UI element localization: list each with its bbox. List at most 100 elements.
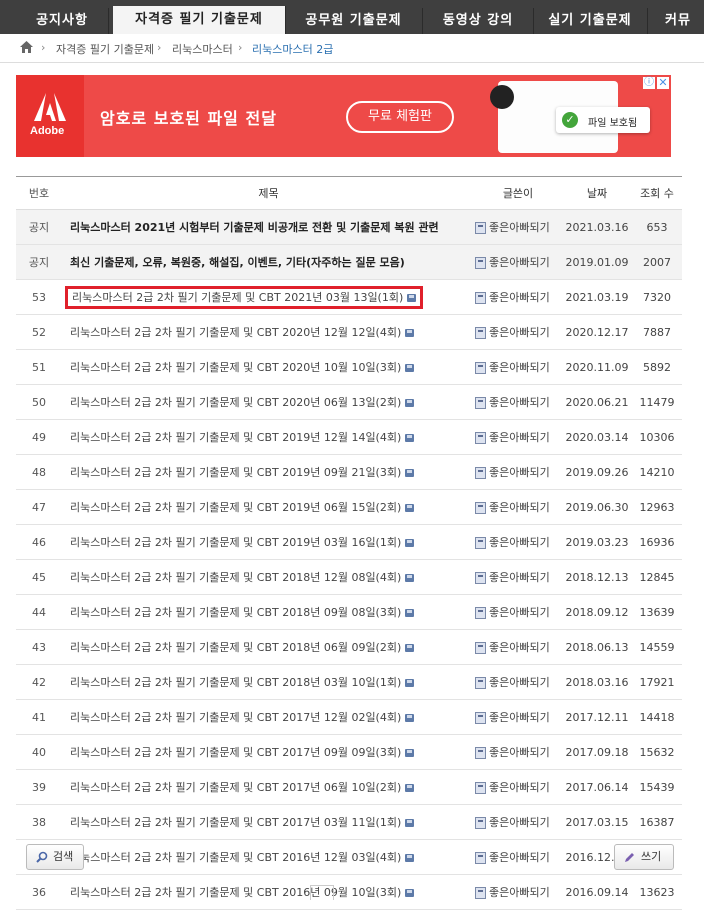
post-title-link[interactable]: 리눅스마스터 2급 2차 필기 기출문제 및 CBT 2021년 03월 13일… (64, 286, 424, 309)
row-title-cell: 리눅스마스터 2021년 시험부터 기출문제 비공개로 전환 및 기출문제 복원… (62, 209, 475, 245)
nav-tab[interactable]: 공지사항 (16, 8, 109, 34)
adobe-logo: Adobe (16, 75, 84, 157)
table-row[interactable]: 36 리눅스마스터 2급 2차 필기 기출문제 및 CBT 2016년 09월 1… (16, 874, 682, 910)
table-row[interactable]: 49 리눅스마스터 2급 2차 필기 기출문제 및 CBT 2019년 12월 1… (16, 419, 682, 455)
author-name: 좋은아빠되기 (489, 886, 550, 899)
post-title-link[interactable]: 리눅스마스터 2급 2차 필기 기출문제 및 CBT 2017년 09월 09일… (70, 746, 415, 759)
breadcrumb-separator: › (41, 41, 46, 54)
table-header-row: 번호 제목 글쓴이 날짜 조회 수 (16, 176, 682, 210)
post-title-text: 리눅스마스터 2급 2차 필기 기출문제 및 CBT 2020년 12월 12일… (70, 326, 402, 339)
table-row[interactable]: 41 리눅스마스터 2급 2차 필기 기출문제 및 CBT 2017년 12월 0… (16, 699, 682, 735)
post-title-link[interactable]: 리눅스마스터 2급 2차 필기 기출문제 및 CBT 2020년 06월 13일… (70, 396, 415, 409)
post-title-link[interactable]: 리눅스마스터 2급 2차 필기 기출문제 및 CBT 2019년 03월 16일… (70, 536, 415, 549)
row-views: 15439 (632, 769, 682, 805)
author-name: 좋은아빠되기 (489, 536, 550, 549)
ad-info-icon[interactable]: ⓘ (643, 77, 655, 89)
row-date: 2017.03.15 (562, 804, 632, 840)
notice-row[interactable]: 공지 리눅스마스터 2021년 시험부터 기출문제 비공개로 전환 및 기출문제 … (16, 209, 682, 245)
row-author[interactable]: 좋은아빠되기 (475, 419, 562, 455)
post-title-link[interactable]: 리눅스마스터 2급 2차 필기 기출문제 및 CBT 2019년 09월 21일… (70, 466, 415, 479)
row-author[interactable]: 좋은아빠되기 (475, 279, 562, 315)
row-author[interactable]: 좋은아빠되기 (475, 629, 562, 665)
ad-close-icon[interactable]: ✕ (657, 77, 669, 89)
post-title-link[interactable]: 리눅스마스터 2급 2차 필기 기출문제 및 CBT 2019년 12월 14일… (70, 431, 415, 444)
breadcrumb-item-current[interactable]: 리눅스마스터 2급 (252, 41, 333, 57)
table-row[interactable]: 52 리눅스마스터 2급 2차 필기 기출문제 및 CBT 2020년 12월 1… (16, 314, 682, 350)
post-title-link[interactable]: 리눅스마스터 2급 2차 필기 기출문제 및 CBT 2018년 12월 08일… (70, 571, 415, 584)
table-row[interactable]: 42 리눅스마스터 2급 2차 필기 기출문제 및 CBT 2018년 03월 1… (16, 664, 682, 700)
nav-tab[interactable]: 커뮤 (648, 8, 704, 34)
table-row[interactable]: 46 리눅스마스터 2급 2차 필기 기출문제 및 CBT 2019년 03월 1… (16, 524, 682, 560)
row-number: 47 (16, 489, 62, 525)
nav-tab[interactable]: 동영상 강의 (423, 8, 534, 34)
post-title-link[interactable]: 리눅스마스터 2021년 시험부터 기출문제 비공개로 전환 및 기출문제 복원… (70, 221, 439, 234)
nav-tab[interactable]: 자격증 필기 기출문제 (113, 6, 286, 34)
row-title-cell: 리눅스마스터 2급 2차 필기 기출문제 및 CBT 2018년 12월 08일… (62, 559, 475, 595)
post-title-link[interactable]: 리눅스마스터 2급 2차 필기 기출문제 및 CBT 2018년 03월 10일… (70, 676, 415, 689)
table-row[interactable]: 44 리눅스마스터 2급 2차 필기 기출문제 및 CBT 2018년 09월 0… (16, 594, 682, 630)
table-row[interactable]: 45 리눅스마스터 2급 2차 필기 기출문제 및 CBT 2018년 12월 0… (16, 559, 682, 595)
post-title-link[interactable]: 리눅스마스터 2급 2차 필기 기출문제 및 CBT 2017년 06월 10일… (70, 781, 415, 794)
breadcrumb-item-category[interactable]: 자격증 필기 기출문제 (56, 41, 154, 57)
table-row[interactable]: 40 리눅스마스터 2급 2차 필기 기출문제 및 CBT 2017년 09월 0… (16, 734, 682, 770)
row-author[interactable]: 좋은아빠되기 (475, 769, 562, 805)
post-title-link[interactable]: 리눅스마스터 2급 2차 필기 기출문제 및 CBT 2019년 06월 15일… (70, 501, 415, 514)
col-header-views[interactable]: 조회 수 (632, 176, 682, 210)
author-name: 좋은아빠되기 (489, 641, 550, 654)
pagination[interactable] (310, 885, 334, 900)
row-author[interactable]: 좋은아빠되기 (475, 734, 562, 770)
nav-tab[interactable]: 실기 기출문제 (533, 8, 648, 34)
row-author[interactable]: 좋은아빠되기 (475, 804, 562, 840)
table-row[interactable]: 43 리눅스마스터 2급 2차 필기 기출문제 및 CBT 2018년 06월 0… (16, 629, 682, 665)
post-title-link[interactable]: 리눅스마스터 2급 2차 필기 기출문제 및 CBT 2020년 10월 10일… (70, 361, 415, 374)
post-title-link[interactable]: 리눅스마스터 2급 2차 필기 기출문제 및 CBT 2018년 06월 09일… (70, 641, 415, 654)
row-date: 2020.11.09 (562, 349, 632, 385)
table-row[interactable]: 38 리눅스마스터 2급 2차 필기 기출문제 및 CBT 2017년 03월 1… (16, 804, 682, 840)
ad-banner[interactable]: Adobe 암호로 보호된 파일 전달 무료 체험판 ✓ 파일 보호됨 ⓘ ✕ (16, 75, 671, 157)
user-profile-icon (475, 362, 486, 374)
post-title-link[interactable]: 리눅스마스터 2급 2차 필기 기출문제 및 CBT 2017년 03월 11일… (70, 816, 415, 829)
row-author[interactable]: 좋은아빠되기 (475, 489, 562, 525)
row-author[interactable]: 좋은아빠되기 (475, 349, 562, 385)
row-author[interactable]: 좋은아빠되기 (475, 699, 562, 735)
table-row[interactable]: 53 리눅스마스터 2급 2차 필기 기출문제 및 CBT 2021년 03월 1… (16, 279, 682, 315)
row-number: 52 (16, 314, 62, 350)
table-row[interactable]: 51 리눅스마스터 2급 2차 필기 기출문제 및 CBT 2020년 10월 1… (16, 349, 682, 385)
notice-row[interactable]: 공지 최신 기출문제, 오류, 복원중, 해설집, 이벤트, 기타(자주하는 질문… (16, 244, 682, 280)
col-header-date[interactable]: 날짜 (562, 176, 632, 210)
attachment-icon (405, 679, 415, 687)
row-author[interactable]: 좋은아빠되기 (475, 454, 562, 490)
row-author[interactable]: 좋은아빠되기 (475, 524, 562, 560)
row-author[interactable]: 좋은아빠되기 (475, 209, 562, 245)
row-author[interactable]: 좋은아빠되기 (475, 664, 562, 700)
ad-cta-button[interactable]: 무료 체험판 (346, 101, 454, 133)
post-title-link[interactable]: 리눅스마스터 2급 2차 필기 기출문제 및 CBT 2016년 12월 03일… (70, 851, 415, 864)
post-title-link[interactable]: 리눅스마스터 2급 2차 필기 기출문제 및 CBT 2020년 12월 12일… (70, 326, 415, 339)
row-author[interactable]: 좋은아빠되기 (475, 384, 562, 420)
row-author[interactable]: 좋은아빠되기 (475, 839, 562, 875)
row-number: 45 (16, 559, 62, 595)
row-author[interactable]: 좋은아빠되기 (475, 594, 562, 630)
write-button[interactable]: 쓰기 (614, 844, 674, 870)
search-button[interactable]: 검색 (26, 844, 84, 870)
user-profile-icon (475, 467, 486, 479)
post-title-link[interactable]: 최신 기출문제, 오류, 복원중, 해설집, 이벤트, 기타(자주하는 질문 모… (70, 256, 405, 269)
home-icon[interactable] (20, 41, 33, 53)
post-title-link[interactable]: 리눅스마스터 2급 2차 필기 기출문제 및 CBT 2016년 09월 10일… (70, 886, 415, 899)
row-author[interactable]: 좋은아빠되기 (475, 314, 562, 350)
table-row[interactable]: 48 리눅스마스터 2급 2차 필기 기출문제 및 CBT 2019년 09월 2… (16, 454, 682, 490)
row-date: 2018.06.13 (562, 629, 632, 665)
row-author[interactable]: 좋은아빠되기 (475, 874, 562, 910)
magnifier-icon (36, 851, 48, 863)
table-row[interactable]: 47 리눅스마스터 2급 2차 필기 기출문제 및 CBT 2019년 06월 1… (16, 489, 682, 525)
table-row[interactable]: 39 리눅스마스터 2급 2차 필기 기출문제 및 CBT 2017년 06월 1… (16, 769, 682, 805)
table-row[interactable]: 50 리눅스마스터 2급 2차 필기 기출문제 및 CBT 2020년 06월 1… (16, 384, 682, 420)
table-row[interactable]: 37리눅스마스터 2급 2차 필기 기출문제 및 CBT 2016년 12월 0… (16, 839, 682, 875)
user-profile-icon (475, 432, 486, 444)
nav-tab[interactable]: 공무원 기출문제 (285, 8, 423, 34)
row-author[interactable]: 좋은아빠되기 (475, 244, 562, 280)
row-author[interactable]: 좋은아빠되기 (475, 559, 562, 595)
post-title-link[interactable]: 리눅스마스터 2급 2차 필기 기출문제 및 CBT 2018년 09월 08일… (70, 606, 415, 619)
breadcrumb-item-subject[interactable]: 리눅스마스터 (172, 41, 233, 57)
post-title-link[interactable]: 리눅스마스터 2급 2차 필기 기출문제 및 CBT 2017년 12월 02일… (70, 711, 415, 724)
